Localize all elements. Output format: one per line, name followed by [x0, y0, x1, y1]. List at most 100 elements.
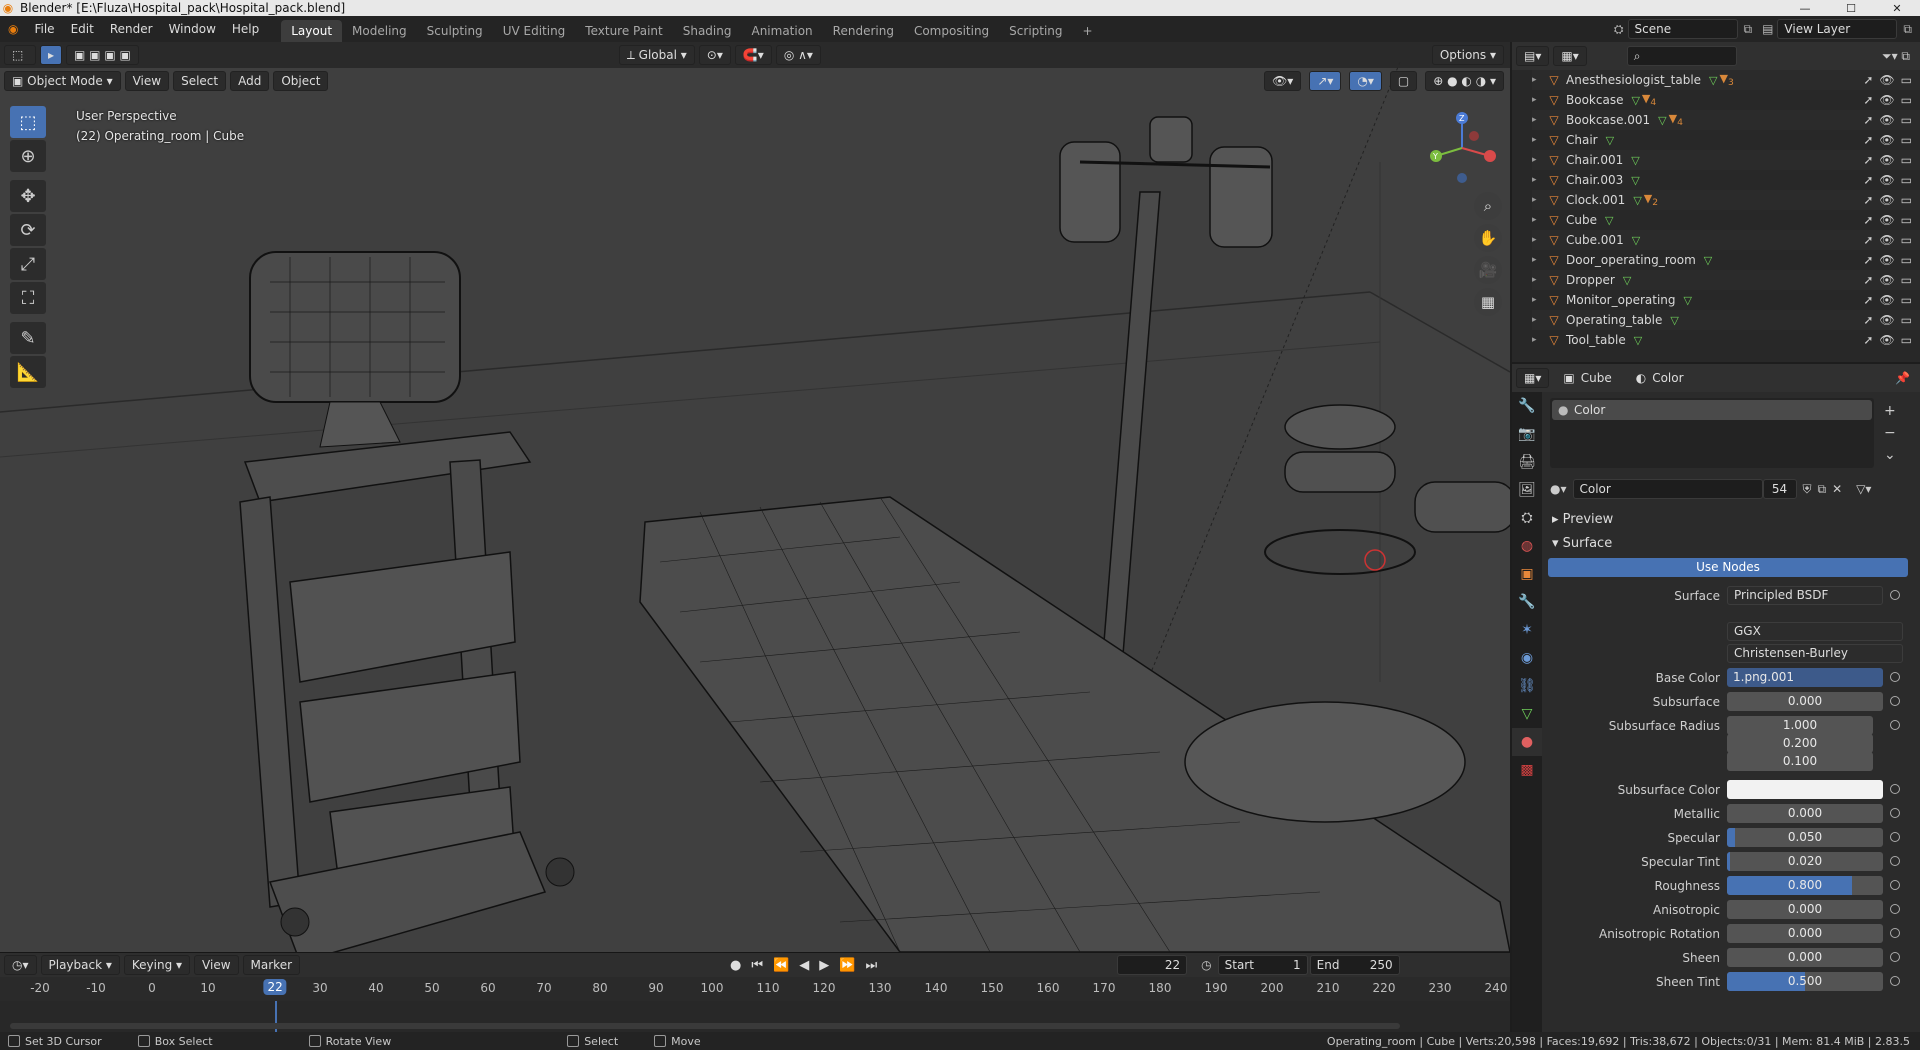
add-workspace-button[interactable]: + [1073, 20, 1103, 42]
shader-field-value[interactable]: 0.020 [1727, 852, 1883, 871]
viewport-menu-view[interactable]: View [124, 71, 170, 91]
expand-arrow-icon[interactable]: ▸ [1532, 275, 1546, 285]
subsurface-color-swatch[interactable] [1727, 780, 1883, 799]
render-toggle-icon[interactable]: ▭ [1901, 193, 1912, 207]
mesh-data-icon[interactable]: ▽ [1605, 214, 1613, 227]
material-count-icon[interactable]: ▼2 [1644, 192, 1658, 208]
timeline-menu-keying[interactable]: Keying ▾ [123, 955, 191, 975]
material-slot-list[interactable]: ● Color [1550, 398, 1874, 468]
mesh-data-icon[interactable]: ▽ [1631, 174, 1639, 187]
pivot-icon[interactable]: ⊙▾ [698, 45, 731, 65]
eye-icon[interactable]: 👁 [1879, 193, 1894, 207]
render-toggle-icon[interactable]: ▭ [1901, 93, 1912, 107]
viewport-menu-select[interactable]: Select [173, 71, 227, 91]
constraints-tab-icon[interactable]: ⛓ [1512, 672, 1542, 700]
display-mode-icon[interactable]: ▦▾ [1553, 46, 1587, 66]
modifier-tab-icon[interactable]: 🔧 [1512, 588, 1542, 616]
render-toggle-icon[interactable]: ▭ [1901, 113, 1912, 127]
material-count-icon[interactable]: ▼4 [1669, 112, 1683, 128]
outliner-row[interactable]: ▸ ▽ Operating_table ▽ ➚ 👁 ▭ [1532, 310, 1920, 330]
playhead-frame-badge[interactable]: 22 [263, 979, 287, 995]
mesh-data-icon[interactable]: ▽ [1623, 274, 1631, 287]
outliner-item-label[interactable]: Chair.001 [1566, 153, 1623, 167]
use-nodes-button[interactable]: Use Nodes [1548, 558, 1908, 577]
timeline-ruler[interactable]: -20 -10 0 10 30 40 50 60 70 80 90 100 110 120 130 140 15… [0, 977, 1510, 1001]
socket-dot-icon[interactable] [1890, 976, 1900, 986]
texture-tab-icon[interactable]: ▩ [1512, 756, 1542, 784]
socket-dot-icon[interactable] [1890, 696, 1900, 706]
select-toggle-icon[interactable]: ➚ [1863, 173, 1873, 187]
unlink-material-icon[interactable]: ✕ [1832, 482, 1842, 496]
current-frame-field[interactable]: 22 [1117, 955, 1188, 975]
scene-tab-icon[interactable]: ⛭ [1512, 504, 1542, 532]
material-count-icon[interactable]: ▼4 [1642, 92, 1656, 108]
expand-arrow-icon[interactable]: ▸ [1532, 335, 1546, 345]
select-mode-buttons[interactable]: ▣ ▣ ▣ ▣ [66, 45, 139, 65]
move-tool-icon[interactable]: ✥ [10, 180, 46, 212]
eye-icon[interactable]: 👁 [1879, 313, 1894, 327]
select-toggle-icon[interactable]: ➚ [1863, 133, 1873, 147]
render-toggle-icon[interactable]: ▭ [1901, 133, 1912, 147]
outliner-row[interactable]: ▸ ▽ Cube ▽ ➚ 👁 ▭ [1532, 210, 1920, 230]
select-toggle-icon[interactable]: ➚ [1863, 313, 1873, 327]
play-icon[interactable]: ▶ [819, 958, 829, 973]
outliner-item-label[interactable]: Chair [1566, 133, 1598, 147]
tab-modeling[interactable]: Modeling [342, 20, 417, 42]
select-toggle-icon[interactable]: ➚ [1863, 333, 1873, 347]
shader-field-value[interactable]: 0.050 [1727, 828, 1883, 847]
outliner-item-label[interactable]: Door_operating_room [1566, 253, 1696, 267]
expand-arrow-icon[interactable]: ▸ [1532, 315, 1546, 325]
mesh-data-icon[interactable]: ▽ [1658, 114, 1666, 127]
maximize-button[interactable]: ☐ [1828, 0, 1874, 16]
eye-icon[interactable]: 👁 [1879, 213, 1894, 227]
render-toggle-icon[interactable]: ▭ [1901, 73, 1912, 87]
cursor-tool-icon[interactable]: ⊕ [10, 140, 46, 172]
next-key-icon[interactable]: ⏩ [839, 958, 855, 973]
shader-field-value[interactable]: 0.000 [1727, 900, 1883, 919]
material-name-field[interactable]: Color [1572, 479, 1763, 499]
tab-animation[interactable]: Animation [741, 20, 822, 42]
socket-dot-icon[interactable] [1890, 880, 1900, 890]
timeline-menu-playback[interactable]: Playback ▾ [40, 955, 120, 975]
transform-tool-icon[interactable]: ⛶ [10, 282, 46, 314]
mesh-data-icon[interactable]: ▽ [1631, 154, 1639, 167]
eye-icon[interactable]: 👁 [1879, 153, 1894, 167]
output-tab-icon[interactable]: 🖨 [1512, 448, 1542, 476]
data-tab-icon[interactable]: ▽ [1512, 700, 1542, 728]
outliner-item-label[interactable]: Bookcase.001 [1566, 113, 1650, 127]
select-toggle-icon[interactable]: ➚ [1863, 253, 1873, 267]
timeline-body[interactable] [0, 1001, 1510, 1033]
eye-icon[interactable]: 👁 [1879, 173, 1894, 187]
outliner-row[interactable]: ▸ ▽ Monitor_operating ▽ ➚ 👁 ▭ [1532, 290, 1920, 310]
outliner-item-label[interactable]: Tool_table [1566, 333, 1626, 347]
prev-key-icon[interactable]: ⏪ [773, 958, 789, 973]
gizmo-icon[interactable]: ↗▾ [1309, 71, 1342, 91]
render-toggle-icon[interactable]: ▭ [1901, 293, 1912, 307]
expand-arrow-icon[interactable]: ▸ [1532, 135, 1546, 145]
menu-help[interactable]: Help [224, 16, 267, 42]
tab-compositing[interactable]: Compositing [904, 20, 999, 42]
mode-dropdown[interactable]: ▣ Object Mode ▾ [4, 71, 121, 91]
render-toggle-icon[interactable]: ▭ [1901, 153, 1912, 167]
eye-icon[interactable]: 👁 [1879, 293, 1894, 307]
render-toggle-icon[interactable]: ▭ [1901, 253, 1912, 267]
eye-icon[interactable]: 👁 [1879, 133, 1894, 147]
blender-menu-icon[interactable]: ◉ [0, 16, 26, 42]
select-toggle-icon[interactable]: ➚ [1863, 293, 1873, 307]
timeline-menu-view[interactable]: View [194, 955, 239, 975]
mesh-data-icon[interactable]: ▽ [1634, 334, 1642, 347]
transform-orientation-dropdown[interactable]: ⟂ Global ▾ [618, 45, 695, 65]
socket-dot-icon[interactable] [1890, 856, 1900, 866]
menu-edit[interactable]: Edit [63, 16, 102, 42]
outliner-item-label[interactable]: Cube.001 [1566, 233, 1624, 247]
annotate-tool-icon[interactable]: ✎ [10, 322, 46, 354]
material-slot-item[interactable]: ● Color [1552, 400, 1872, 420]
distribution-select[interactable]: GGX [1727, 622, 1903, 641]
outliner-search-input[interactable]: ⌕ [1626, 46, 1737, 66]
outliner-row[interactable]: ▸ ▽ Chair.003 ▽ ➚ 👁 ▭ [1532, 170, 1920, 190]
shader-field-value[interactable]: 0.000 [1727, 692, 1883, 711]
select-toggle-icon[interactable]: ➚ [1863, 233, 1873, 247]
outliner-editor-type-icon[interactable]: ▤▾ [1516, 46, 1550, 66]
material-browse-icon[interactable]: ●▾ [1550, 482, 1567, 496]
outliner-item-label[interactable]: Dropper [1566, 273, 1615, 287]
